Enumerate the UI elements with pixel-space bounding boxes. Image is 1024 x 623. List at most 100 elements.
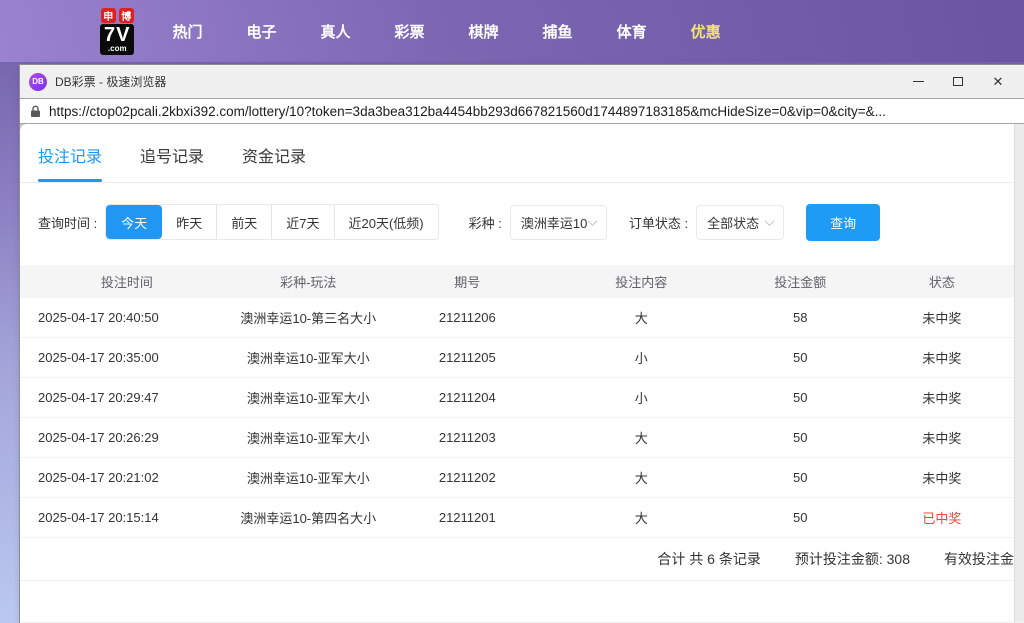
cell-issue: 21211201 [438,510,496,525]
window-titlebar: DB DB彩票 - 极速浏览器 [20,65,1024,98]
nav-item-lottery[interactable]: 彩票 [373,11,447,52]
site-top-bar: 申 博 7V .com 热门 电子 真人 彩票 棋牌 捕鱼 体育 优惠 [0,0,1024,62]
page-scrollbar[interactable] [1014,124,1024,622]
time-option-daybefore[interactable]: 前天 [216,205,271,239]
cell-game-play: 澳洲幸运10-亚军大小 [246,391,370,406]
cell-bet-content: 大 [634,471,648,486]
cell-bet-amount: 50 [793,430,808,445]
header-bet-time: 投注时间 [100,275,153,290]
cell-issue: 21211206 [438,310,496,325]
minimize-button[interactable] [898,68,938,96]
site-logo[interactable]: 申 博 7V .com [100,7,135,55]
cell-game-play: 澳洲幸运10-亚军大小 [246,471,370,486]
page-content-wrap: 投注记录 追号记录 资金记录 查询时间 : 今天 昨天 前天 近7天 近20天(… [20,124,1024,622]
url-text: https://ctop02pcali.2kbxi392.com/lottery… [49,103,886,119]
logo-badges: 申 博 [100,7,134,23]
time-range-group: 今天 昨天 前天 近7天 近20天(低频) [105,204,439,240]
logo-main-text: 7V [104,23,131,46]
header-bet-content: 投注内容 [615,275,668,290]
header-bet-amount: 投注金额 [774,275,827,290]
nav-item-fishing[interactable]: 捕鱼 [521,11,595,52]
cell-bet-content: 小 [634,391,648,406]
cell-bet-content: 小 [634,351,648,366]
table-row: 2025-04-17 20:35:00 澳洲幸运10-亚军大小 21211205… [20,338,1014,378]
address-bar[interactable]: https://ctop02pcali.2kbxi392.com/lottery… [20,98,1024,124]
bet-records-table: 投注时间 彩种-玩法 期号 投注内容 投注金额 状态 2025-04-17 20… [20,265,1014,581]
summary-valid-amount: 有效投注金 [944,551,1014,567]
close-button[interactable] [978,68,1018,96]
logo-badge-bo: 博 [118,7,134,23]
cell-game-play: 澳洲幸运10-亚军大小 [246,431,370,446]
cell-bet-amount: 50 [793,510,808,525]
time-option-7days[interactable]: 近7天 [271,205,333,239]
cell-bet-time: 2025-04-17 20:21:02 [38,470,159,485]
cell-bet-amount: 50 [793,350,808,365]
cell-game-play: 澳洲幸运10-亚军大小 [246,351,370,366]
header-issue: 期号 [454,275,481,290]
cell-issue: 21211205 [438,350,496,365]
cell-issue: 21211204 [438,390,496,405]
lottery-select-value: 澳洲幸运10 [520,215,588,231]
cell-game-play: 澳洲幸运10-第四名大小 [240,511,377,526]
table-header-row: 投注时间 彩种-玩法 期号 投注内容 投注金额 状态 [20,265,1014,298]
lottery-select[interactable]: 澳洲幸运10 [509,204,607,240]
status-filter-label: 订单状态 : [628,215,689,231]
nav-item-live[interactable]: 真人 [299,11,373,52]
browser-window: DB DB彩票 - 极速浏览器 https://ctop02pcali.2kbx… [20,65,1024,623]
summary-total-records: 合计 共 6 条记录 [657,551,761,567]
app-icon: DB [29,72,47,91]
table-row: 2025-04-17 20:21:02 澳洲幸运10-亚军大小 21211202… [20,458,1014,498]
filter-bar: 查询时间 : 今天 昨天 前天 近7天 近20天(低频) 彩种 : 澳洲幸运10… [38,203,1014,241]
chevron-down-icon [764,215,775,226]
cell-status: 未中奖 [922,391,962,406]
cell-bet-content: 大 [634,431,648,446]
tab-bet-records[interactable]: 投注记录 [38,139,103,182]
cell-bet-time: 2025-04-17 20:26:29 [38,430,159,445]
record-tabs: 投注记录 追号记录 资金记录 [20,124,1014,183]
order-status-select[interactable]: 全部状态 [696,204,785,240]
lottery-filter-label: 彩种 : [468,215,502,231]
lock-icon [30,105,41,118]
nav-item-electronic[interactable]: 电子 [224,11,298,52]
main-nav: 热门 电子 真人 彩票 棋牌 捕鱼 体育 优惠 [150,11,742,52]
cell-game-play: 澳洲幸运10-第三名大小 [240,311,377,326]
chevron-down-icon [587,215,598,226]
query-button[interactable]: 查询 [806,203,881,241]
nav-item-chess[interactable]: 棋牌 [447,11,521,52]
time-filter-label: 查询时间 : [38,215,98,231]
order-status-value: 全部状态 [707,215,760,231]
table-row: 2025-04-17 20:26:29 澳洲幸运10-亚军大小 21211203… [20,418,1014,458]
cell-status: 未中奖 [922,471,962,486]
summary-expected-amount: 预计投注金额: 308 [794,551,910,567]
time-option-20days[interactable]: 近20天(低频) [333,205,438,239]
page-content: 投注记录 追号记录 资金记录 查询时间 : 今天 昨天 前天 近7天 近20天(… [20,124,1014,622]
header-game-play: 彩种-玩法 [280,275,337,290]
time-option-yesterday[interactable]: 昨天 [162,205,216,239]
maximize-button[interactable] [938,68,978,96]
window-controls [898,68,1018,96]
cell-bet-amount: 50 [793,470,808,485]
nav-item-sports[interactable]: 体育 [595,11,669,52]
cell-bet-content: 大 [634,311,648,326]
window-title: DB彩票 - 极速浏览器 [55,75,167,89]
cell-status: 未中奖 [922,311,962,326]
cell-bet-time: 2025-04-17 20:35:00 [38,350,159,365]
cell-bet-time: 2025-04-17 20:40:50 [38,310,159,325]
nav-item-promo[interactable]: 优惠 [669,11,743,52]
table-row: 2025-04-17 20:15:14 澳洲幸运10-第四名大小 2121120… [20,498,1014,538]
cell-status: 未中奖 [922,351,962,366]
header-status: 状态 [928,275,955,290]
cell-issue: 21211202 [438,470,496,485]
tab-fund-records[interactable]: 资金记录 [242,139,306,182]
nav-item-hot[interactable]: 热门 [150,11,224,52]
cell-bet-time: 2025-04-17 20:15:14 [38,510,159,525]
cell-status: 未中奖 [922,431,962,446]
time-option-today[interactable]: 今天 [106,205,163,239]
maximize-icon [953,77,963,86]
cell-bet-amount: 50 [793,390,808,405]
tab-chase-records[interactable]: 追号记录 [140,139,204,182]
cell-bet-amount: 58 [793,310,808,325]
cell-status: 已中奖 [922,511,962,526]
logo-badge-shen: 申 [100,7,116,23]
cell-issue: 21211203 [438,430,496,445]
